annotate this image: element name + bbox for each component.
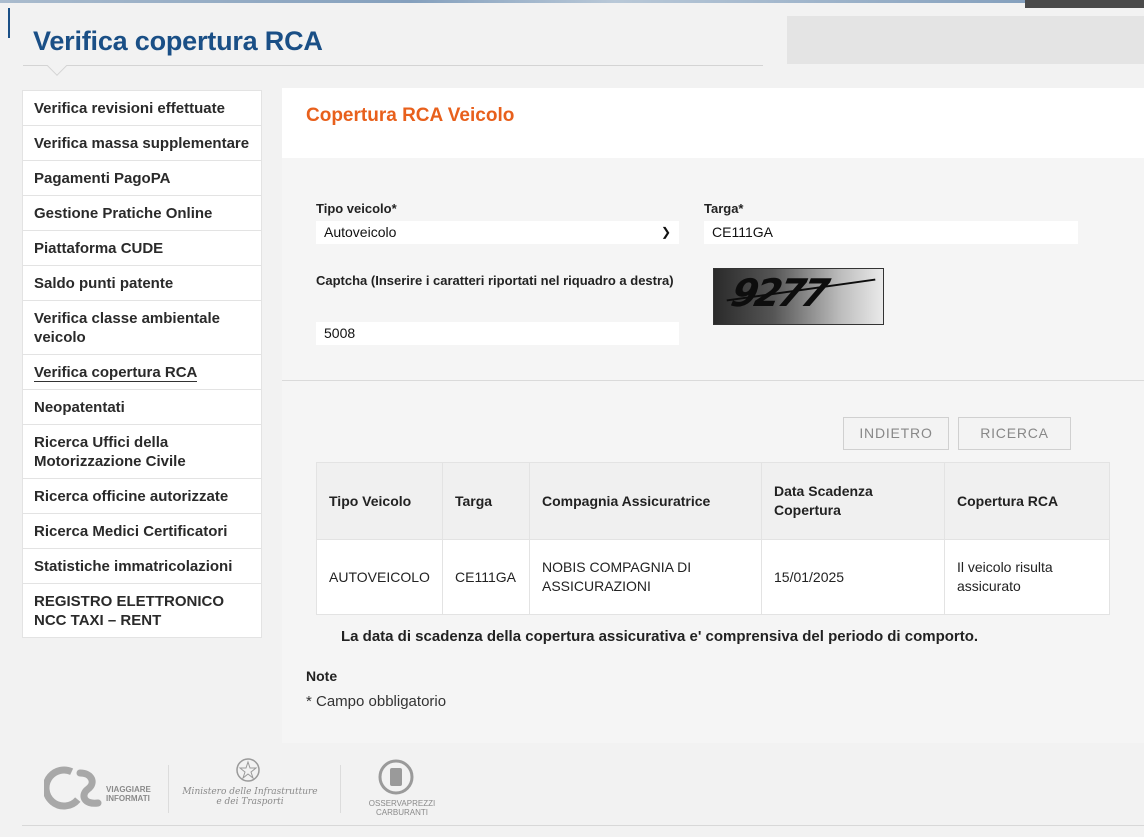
tipo-veicolo-label: Tipo veicolo* bbox=[316, 201, 397, 216]
top-accent-bar bbox=[0, 0, 1144, 8]
tipo-veicolo-value: Autoveicolo bbox=[324, 224, 397, 240]
sidebar-item-pratiche-online[interactable]: Gestione Pratiche Online bbox=[23, 196, 261, 231]
table-header-row: Tipo Veicolo Targa Compagnia Assicuratri… bbox=[316, 462, 1110, 540]
main-panel: Copertura RCA Veicolo Tipo veicolo* Auto… bbox=[282, 88, 1144, 743]
sidebar-item-label: Ricerca Uffici della Motorizzazione Civi… bbox=[34, 434, 186, 470]
carburanti-text: CARBURANTI bbox=[375, 808, 428, 817]
sidebar-item-label: Saldo punti patente bbox=[34, 275, 174, 292]
note-text: * Campo obbligatorio bbox=[306, 693, 447, 710]
sidebar-item-uffici-motorizzazione[interactable]: Ricerca Uffici della Motorizzazione Civi… bbox=[23, 425, 261, 479]
page-header: Verifica copertura RCA bbox=[0, 8, 1144, 78]
sidebar-item-pagopa[interactable]: Pagamenti PagoPA bbox=[23, 161, 261, 196]
results-table: Tipo Veicolo Targa Compagnia Assicuratri… bbox=[316, 462, 1110, 615]
footer-line bbox=[22, 825, 1144, 826]
table-row: AUTOVEICOLO CE111GA NOBIS COMPAGNIA DI A… bbox=[316, 539, 1110, 615]
back-button[interactable]: INDIETRO bbox=[843, 417, 949, 450]
sidebar-item-neopatentati[interactable]: Neopatentati bbox=[23, 390, 261, 425]
sidebar-item-cude[interactable]: Piattaforma CUDE bbox=[23, 231, 261, 266]
header-search-area[interactable] bbox=[787, 16, 1144, 64]
title-notch bbox=[47, 56, 67, 76]
column-header: Copertura RCA bbox=[944, 462, 1110, 540]
sidebar-item-copertura-rca[interactable]: Verifica copertura RCA bbox=[23, 355, 261, 390]
sidebar-item-label: Verifica massa supplementare bbox=[34, 135, 250, 152]
page-title: Verifica copertura RCA bbox=[33, 26, 323, 56]
sidebar-item-medici[interactable]: Ricerca Medici Certificatori bbox=[23, 514, 261, 549]
table-cell-targa: CE111GA bbox=[442, 539, 530, 615]
captcha-label: Captcha (Inserire i caratteri riportati … bbox=[316, 273, 674, 288]
ministero-text: Ministero delle Infrastrutture e dei Tra… bbox=[182, 787, 318, 807]
note-title: Note bbox=[306, 668, 338, 684]
sidebar-item-label: Verifica classe ambientale veicolo bbox=[34, 310, 220, 346]
chevron-down-icon: ❯ bbox=[660, 225, 671, 239]
title-underline bbox=[23, 65, 763, 66]
sidebar-item-label: Ricerca Medici Certificatori bbox=[34, 523, 228, 540]
sidebar-item-statistiche[interactable]: Statistiche immatricolazioni bbox=[23, 549, 261, 584]
tipo-veicolo-select[interactable]: Autoveicolo ❯ bbox=[316, 221, 679, 244]
sidebar-item-classe-ambientale[interactable]: Verifica classe ambientale veicolo bbox=[23, 301, 261, 355]
sidebar-item-punti-patente[interactable]: Saldo punti patente bbox=[23, 266, 261, 301]
table-cell-copertura: Il veicolo risulta assicurato bbox=[944, 539, 1110, 615]
footer-separator bbox=[168, 765, 169, 813]
sidebar-item-label: Gestione Pratiche Online bbox=[34, 205, 213, 222]
sidebar-item-label: Verifica copertura RCA bbox=[34, 364, 198, 382]
sidebar-item-label: Neopatentati bbox=[34, 399, 125, 416]
table-cell-scadenza: 15/01/2025 bbox=[761, 539, 945, 615]
column-header: Data Scadenza Copertura bbox=[761, 462, 945, 540]
top-accent-dark bbox=[1025, 0, 1144, 8]
captcha-image: 9277 bbox=[713, 268, 884, 325]
sidebar-item-massa-supplementare[interactable]: Verifica massa supplementare bbox=[23, 126, 261, 161]
sidebar-item-officine[interactable]: Ricerca officine autorizzate bbox=[23, 479, 261, 514]
table-cell-tipo: AUTOVEICOLO bbox=[316, 539, 443, 615]
viaggiare-informati-text: VIAGGIARE INFORMATI bbox=[106, 785, 151, 803]
section-header: Copertura RCA Veicolo bbox=[282, 88, 1144, 158]
sidebar-item-verifica-revisioni[interactable]: Verifica revisioni effettuate bbox=[23, 91, 261, 126]
emblem-icon bbox=[236, 758, 260, 782]
sidebar-item-label: Statistiche immatricolazioni bbox=[34, 558, 233, 575]
targa-label: Targa* bbox=[704, 201, 744, 216]
viaggiare-informati-logo[interactable]: VIAGGIARE INFORMATI bbox=[44, 755, 164, 821]
scadenza-note: La data di scadenza della copertura assi… bbox=[341, 628, 979, 645]
sidebar-item-registro-ncc[interactable]: REGISTRO ELETTRONICO NCC TAXI – RENT bbox=[23, 584, 261, 637]
footer-separator bbox=[340, 765, 341, 813]
form-divider bbox=[282, 380, 1144, 381]
sidebar-item-label: Ricerca officine autorizzate bbox=[34, 488, 229, 505]
osservaprezzi-logo[interactable]: OSSERVAPREZZI CARBURANTI bbox=[352, 755, 452, 821]
osservaprezzi-text: OSSERVAPREZZI bbox=[368, 799, 436, 808]
captcha-input[interactable]: 5008 bbox=[316, 322, 679, 345]
column-header: Targa bbox=[442, 462, 530, 540]
top-accent-blue bbox=[0, 0, 1025, 3]
title-marker bbox=[8, 8, 10, 38]
column-header: Compagnia Assicuratrice bbox=[529, 462, 762, 540]
sidebar-item-label: Piattaforma CUDE bbox=[34, 240, 164, 257]
sidebar-menu: Verifica revisioni effettuate Verifica m… bbox=[22, 90, 262, 638]
sidebar-item-label: Pagamenti PagoPA bbox=[34, 170, 171, 187]
column-header: Tipo Veicolo bbox=[316, 462, 443, 540]
captcha-image-text: 9277 bbox=[727, 271, 831, 315]
search-button[interactable]: RICERCA bbox=[958, 417, 1071, 450]
table-cell-compagnia: NOBIS COMPAGNIA DI ASSICURAZIONI bbox=[529, 539, 762, 615]
section-title: Copertura RCA Veicolo bbox=[306, 105, 515, 126]
fuel-pump-icon bbox=[378, 759, 414, 795]
sidebar-item-label: Verifica revisioni effettuate bbox=[34, 100, 225, 117]
footer-logos: VIAGGIARE INFORMATI Ministero delle Infr… bbox=[22, 755, 1144, 827]
sidebar-item-label: REGISTRO ELETTRONICO NCC TAXI – RENT bbox=[34, 593, 225, 629]
viaggiare-informati-icon bbox=[44, 766, 102, 810]
ministero-logo[interactable]: Ministero delle Infrastrutture e dei Tra… bbox=[172, 755, 322, 821]
targa-input[interactable]: CE111GA bbox=[704, 221, 1078, 244]
search-form: Tipo veicolo* Autoveicolo ❯ Targa* CE111… bbox=[282, 158, 1144, 380]
